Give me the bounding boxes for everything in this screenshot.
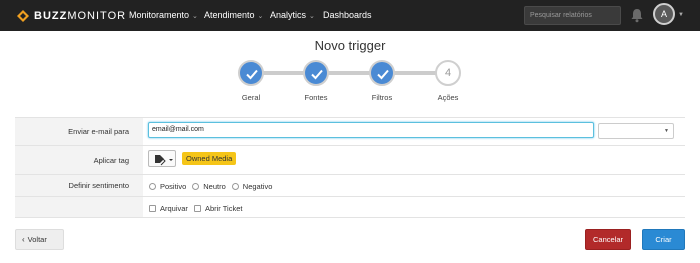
logo-text-light: MONITOR — [67, 10, 127, 22]
radio-label-negativo[interactable]: Negativo — [243, 182, 273, 191]
checkbox-label-arquivar[interactable]: Arquivar — [160, 204, 188, 213]
email-select[interactable]: ▼ — [598, 123, 674, 139]
actions-label — [15, 197, 143, 217]
check-icon — [377, 69, 389, 80]
radio-negativo[interactable] — [231, 183, 239, 190]
radio-positivo[interactable] — [149, 183, 156, 190]
nav-item-monitoramento[interactable]: Monitoramento ⌄ — [129, 0, 198, 31]
chevron-down-icon: ⌄ — [257, 13, 264, 20]
actions-checkbox-group: Arquivar Abrir Ticket — [149, 204, 248, 213]
step-label-fontes: Fontes — [304, 93, 328, 102]
form-row-actions — [15, 196, 685, 217]
radio-neutro[interactable] — [192, 183, 200, 190]
step-fontes-circle[interactable] — [303, 60, 329, 86]
step-geral-circle[interactable] — [238, 60, 264, 86]
top-navbar: BUZZMONITOR Monitoramento ⌄ Atendimento ⌄ … — [0, 0, 700, 31]
back-button[interactable]: ‹ Voltar — [15, 229, 64, 250]
avatar[interactable]: A — [653, 3, 675, 25]
search-input[interactable]: Pesquisar relatórios — [524, 6, 621, 25]
nav-item-label: Atendimento — [204, 10, 255, 20]
step-filtros-circle[interactable] — [369, 60, 395, 86]
chevron-left-icon: ‹ — [22, 235, 25, 244]
chevron-down-icon[interactable]: ▼ — [678, 12, 684, 18]
checkbox-arquivar[interactable] — [149, 205, 156, 212]
sentiment-radio-group: Positivo Neutro Negativo — [149, 182, 278, 191]
chevron-down-icon: ⌄ — [192, 13, 198, 20]
back-button-label: Voltar — [27, 235, 47, 244]
nav-item-atendimento[interactable]: Atendimento ⌄ — [204, 0, 263, 31]
tag-label: Aplicar tag — [15, 146, 143, 174]
nav-item-label: Analytics — [270, 10, 307, 20]
check-icon — [311, 69, 323, 80]
create-button[interactable]: Criar — [642, 229, 685, 250]
step-acoes-circle[interactable]: 4 — [435, 60, 461, 86]
tags-icon — [155, 155, 173, 166]
nav-item-dashboards[interactable]: Dashboards — [323, 0, 372, 31]
tag-badge-owned-media[interactable]: Owned Media — [182, 152, 237, 165]
bell-icon[interactable] — [630, 8, 644, 23]
form-row-sentiment: Definir sentimento — [15, 174, 685, 196]
logo-text-bold: BUZZ — [34, 10, 68, 22]
checkbox-label-abrir-ticket[interactable]: Abrir Ticket — [205, 204, 243, 213]
step-label-geral: Geral — [241, 93, 261, 102]
radio-label-positivo[interactable]: Positivo — [160, 182, 186, 191]
step-label-acoes: Ações — [437, 93, 459, 102]
email-label: Enviar e-mail para — [15, 118, 143, 145]
checkbox-abrir-ticket[interactable] — [193, 205, 201, 212]
cancel-button[interactable]: Cancelar — [585, 229, 631, 250]
page-title: Novo trigger — [314, 38, 386, 53]
chevron-down-icon: ▼ — [664, 128, 669, 134]
radio-label-neutro[interactable]: Neutro — [203, 182, 226, 191]
sentiment-label: Definir sentimento — [15, 175, 143, 196]
email-field[interactable]: email@mail.com — [148, 122, 594, 138]
logo-icon — [16, 9, 30, 23]
nav-item-label: Monitoramento — [129, 10, 190, 20]
nav-item-label: Dashboards — [323, 10, 372, 20]
divider — [15, 217, 685, 218]
step-label-filtros: Filtros — [371, 93, 393, 102]
check-icon — [246, 69, 258, 80]
chevron-down-icon: ⌄ — [309, 13, 315, 20]
logo[interactable]: BUZZMONITOR — [16, 8, 126, 24]
tag-dropdown-button[interactable] — [148, 150, 176, 167]
nav-item-analytics[interactable]: Analytics ⌄ — [270, 0, 315, 31]
form-row-tag: Aplicar tag — [15, 145, 685, 174]
